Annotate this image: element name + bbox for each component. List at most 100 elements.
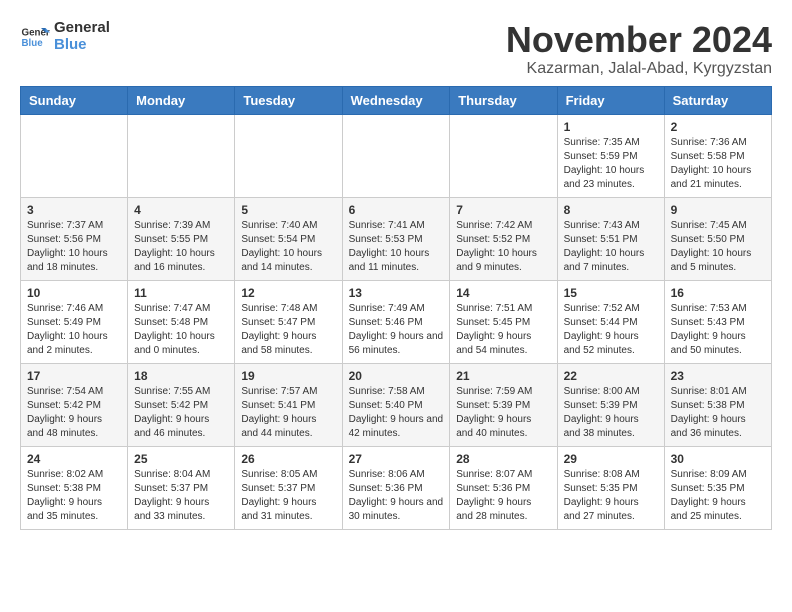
day-of-week-header: Tuesday — [235, 86, 342, 114]
calendar-cell: 30 Sunrise: 8:09 AM Sunset: 5:35 PM Dayli… — [664, 446, 771, 529]
day-number: 28 — [456, 452, 550, 466]
calendar-cell: 2 Sunrise: 7:36 AM Sunset: 5:58 PM Daylig… — [664, 114, 771, 197]
location-subtitle: Kazarman, Jalal-Abad, Kyrgyzstan — [506, 60, 772, 78]
day-number: 13 — [349, 286, 444, 300]
day-info: Sunrise: 8:08 AM Sunset: 5:35 PM Dayligh… — [564, 468, 658, 524]
calendar-cell: 1 Sunrise: 7:35 AM Sunset: 5:59 PM Daylig… — [557, 114, 664, 197]
logo: General Blue General Blue — [20, 20, 110, 53]
calendar-cell: 14Sunrise: 7:51 AM Sunset: 5:45 PM Dayli… — [450, 280, 557, 363]
calendar-cell: 6Sunrise: 7:41 AM Sunset: 5:53 PM Daylig… — [342, 197, 450, 280]
day-of-week-header: Thursday — [450, 86, 557, 114]
calendar-cell: 20 Sunrise: 7:58 AM Sunset: 5:40 PM Dayli… — [342, 363, 450, 446]
day-info: Sunrise: 7:37 AM Sunset: 5:56 PM Dayligh… — [27, 219, 121, 275]
calendar-cell: 17 Sunrise: 7:54 AM Sunset: 5:42 PM Dayli… — [21, 363, 128, 446]
day-info: Sunrise: 7:53 AM Sunset: 5:43 PM Dayligh… — [671, 302, 765, 358]
logo-line1: General — [54, 20, 110, 37]
day-number: 26 — [241, 452, 335, 466]
header: General Blue General Blue November 2024 … — [20, 20, 772, 78]
calendar-cell: 3 Sunrise: 7:37 AM Sunset: 5:56 PM Daylig… — [21, 197, 128, 280]
calendar-cell — [450, 114, 557, 197]
day-info: Sunrise: 7:48 AM Sunset: 5:47 PM Dayligh… — [241, 302, 335, 358]
day-number: 23 — [671, 369, 765, 383]
calendar-cell: 22 Sunrise: 8:00 AM Sunset: 5:39 PM Dayli… — [557, 363, 664, 446]
day-number: 29 — [564, 452, 658, 466]
day-info: Sunrise: 7:49 AM Sunset: 5:46 PM Dayligh… — [349, 302, 444, 358]
calendar-week-row: 1 Sunrise: 7:35 AM Sunset: 5:59 PM Daylig… — [21, 114, 772, 197]
day-number: 1 — [564, 120, 658, 134]
day-of-week-header: Sunday — [21, 86, 128, 114]
day-number: 21 — [456, 369, 550, 383]
day-number: 11 — [134, 286, 228, 300]
calendar-cell — [128, 114, 235, 197]
day-number: 19 — [241, 369, 335, 383]
day-info: Sunrise: 7:51 AM Sunset: 5:45 PM Dayligh… — [456, 302, 550, 358]
day-number: 2 — [671, 120, 765, 134]
logo-line2: Blue — [54, 37, 110, 54]
day-number: 9 — [671, 203, 765, 217]
day-number: 24 — [27, 452, 121, 466]
calendar-cell — [21, 114, 128, 197]
day-number: 20 — [349, 369, 444, 383]
day-info: Sunrise: 8:01 AM Sunset: 5:38 PM Dayligh… — [671, 385, 765, 441]
calendar-cell — [235, 114, 342, 197]
day-info: Sunrise: 7:42 AM Sunset: 5:52 PM Dayligh… — [456, 219, 550, 275]
day-number: 27 — [349, 452, 444, 466]
day-number: 4 — [134, 203, 228, 217]
day-info: Sunrise: 7:47 AM Sunset: 5:48 PM Dayligh… — [134, 302, 228, 358]
day-number: 30 — [671, 452, 765, 466]
calendar-cell: 4 Sunrise: 7:39 AM Sunset: 5:55 PM Daylig… — [128, 197, 235, 280]
day-info: Sunrise: 8:06 AM Sunset: 5:36 PM Dayligh… — [349, 468, 444, 524]
calendar-cell: 25Sunrise: 8:04 AM Sunset: 5:37 PM Dayli… — [128, 446, 235, 529]
day-info: Sunrise: 8:00 AM Sunset: 5:39 PM Dayligh… — [564, 385, 658, 441]
day-info: Sunrise: 8:07 AM Sunset: 5:36 PM Dayligh… — [456, 468, 550, 524]
day-info: Sunrise: 8:02 AM Sunset: 5:38 PM Dayligh… — [27, 468, 121, 524]
calendar-cell: 16 Sunrise: 7:53 AM Sunset: 5:43 PM Dayli… — [664, 280, 771, 363]
day-info: Sunrise: 8:05 AM Sunset: 5:37 PM Dayligh… — [241, 468, 335, 524]
day-number: 8 — [564, 203, 658, 217]
calendar-week-row: 24 Sunrise: 8:02 AM Sunset: 5:38 PM Dayli… — [21, 446, 772, 529]
calendar-cell: 26 Sunrise: 8:05 AM Sunset: 5:37 PM Dayli… — [235, 446, 342, 529]
day-number: 18 — [134, 369, 228, 383]
calendar-cell — [342, 114, 450, 197]
day-of-week-header: Monday — [128, 86, 235, 114]
calendar-cell: 27 Sunrise: 8:06 AM Sunset: 5:36 PM Dayli… — [342, 446, 450, 529]
day-info: Sunrise: 7:39 AM Sunset: 5:55 PM Dayligh… — [134, 219, 228, 275]
day-info: Sunrise: 7:57 AM Sunset: 5:41 PM Dayligh… — [241, 385, 335, 441]
calendar-cell: 15 Sunrise: 7:52 AM Sunset: 5:44 PM Dayli… — [557, 280, 664, 363]
day-info: Sunrise: 7:35 AM Sunset: 5:59 PM Dayligh… — [564, 136, 658, 192]
calendar-week-row: 3 Sunrise: 7:37 AM Sunset: 5:56 PM Daylig… — [21, 197, 772, 280]
day-number: 16 — [671, 286, 765, 300]
calendar-cell: 9 Sunrise: 7:45 AM Sunset: 5:50 PM Daylig… — [664, 197, 771, 280]
day-info: Sunrise: 7:54 AM Sunset: 5:42 PM Dayligh… — [27, 385, 121, 441]
calendar-header-row: SundayMondayTuesdayWednesdayThursdayFrid… — [21, 86, 772, 114]
calendar-cell: 21 Sunrise: 7:59 AM Sunset: 5:39 PM Dayli… — [450, 363, 557, 446]
calendar-cell: 13 Sunrise: 7:49 AM Sunset: 5:46 PM Dayli… — [342, 280, 450, 363]
day-info: Sunrise: 7:36 AM Sunset: 5:58 PM Dayligh… — [671, 136, 765, 192]
calendar-cell: 7 Sunrise: 7:42 AM Sunset: 5:52 PM Daylig… — [450, 197, 557, 280]
calendar-cell: 10 Sunrise: 7:46 AM Sunset: 5:49 PM Dayli… — [21, 280, 128, 363]
day-number: 22 — [564, 369, 658, 383]
calendar-cell: 8 Sunrise: 7:43 AM Sunset: 5:51 PM Daylig… — [557, 197, 664, 280]
day-info: Sunrise: 7:46 AM Sunset: 5:49 PM Dayligh… — [27, 302, 121, 358]
calendar-table: SundayMondayTuesdayWednesdayThursdayFrid… — [20, 86, 772, 530]
day-number: 3 — [27, 203, 121, 217]
calendar-cell: 12 Sunrise: 7:48 AM Sunset: 5:47 PM Dayli… — [235, 280, 342, 363]
calendar-cell: 28 Sunrise: 8:07 AM Sunset: 5:36 PM Dayli… — [450, 446, 557, 529]
month-title: November 2024 — [506, 20, 772, 60]
day-number: 7 — [456, 203, 550, 217]
day-number: 17 — [27, 369, 121, 383]
day-info: Sunrise: 8:09 AM Sunset: 5:35 PM Dayligh… — [671, 468, 765, 524]
day-of-week-header: Saturday — [664, 86, 771, 114]
day-info: Sunrise: 7:43 AM Sunset: 5:51 PM Dayligh… — [564, 219, 658, 275]
day-number: 10 — [27, 286, 121, 300]
day-info: Sunrise: 7:41 AM Sunset: 5:53 PM Dayligh… — [349, 219, 444, 275]
svg-text:Blue: Blue — [22, 38, 44, 49]
day-number: 15 — [564, 286, 658, 300]
day-info: Sunrise: 7:58 AM Sunset: 5:40 PM Dayligh… — [349, 385, 444, 441]
day-info: Sunrise: 7:52 AM Sunset: 5:44 PM Dayligh… — [564, 302, 658, 358]
day-number: 12 — [241, 286, 335, 300]
day-info: Sunrise: 7:45 AM Sunset: 5:50 PM Dayligh… — [671, 219, 765, 275]
day-of-week-header: Wednesday — [342, 86, 450, 114]
day-info: Sunrise: 7:40 AM Sunset: 5:54 PM Dayligh… — [241, 219, 335, 275]
day-info: Sunrise: 7:59 AM Sunset: 5:39 PM Dayligh… — [456, 385, 550, 441]
